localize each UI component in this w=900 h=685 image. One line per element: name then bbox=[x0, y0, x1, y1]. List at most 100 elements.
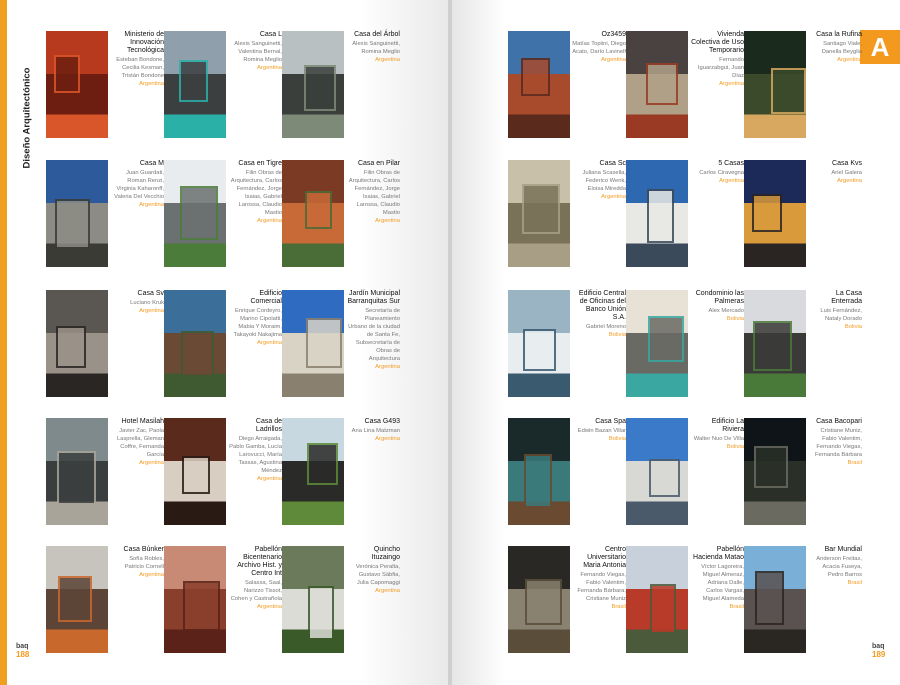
project-title: 5 Casas bbox=[718, 160, 744, 167]
project-title: Casa Kvs bbox=[832, 160, 862, 167]
project-authors: Matías Topiini, Diego Acato, Darío Lavin… bbox=[572, 41, 626, 55]
project-info: 5 Casas Carlos Ciravegna Argentina bbox=[690, 160, 744, 185]
project-photo bbox=[46, 160, 108, 267]
project-info: Edificio Central de Oficinas del Banco U… bbox=[572, 290, 626, 339]
section-title-text: Diseño Arquitectónico bbox=[21, 67, 33, 169]
project-authors: Gabriel Moreno bbox=[586, 324, 626, 330]
project-card: Vivienda Colectiva de Uso Temporario Fern… bbox=[626, 31, 744, 138]
project-info: Pabellón Bicentenario Archivo Hist. y Ce… bbox=[228, 546, 282, 611]
project-card: Casa Bacopari Cristiane Muniz, Fabio Vale… bbox=[744, 418, 862, 525]
project-info: Casa Sv Luciano Kruk Argentina bbox=[110, 290, 164, 315]
project-photo bbox=[282, 31, 344, 138]
project-country: Argentina bbox=[837, 178, 862, 184]
project-country: Argentina bbox=[257, 340, 282, 346]
project-card: Pabellón Bicentenario Archivo Hist. y Ce… bbox=[164, 546, 282, 653]
page-gutter bbox=[448, 0, 452, 685]
project-photo bbox=[744, 160, 806, 267]
project-country: Bolivia bbox=[726, 316, 744, 322]
project-card: Edificio Comercial Enrique Cordeyro, Mari… bbox=[164, 290, 282, 397]
project-title: Pabellón Hacienda Matao bbox=[693, 546, 744, 561]
project-country: Argentina bbox=[139, 202, 164, 208]
project-card: Casa Spa Edwin Bazan Villar Bolivia bbox=[508, 418, 626, 525]
project-title: Casa M bbox=[139, 160, 164, 167]
project-card: Casa Kvs Ariel Galera Argentina bbox=[744, 160, 862, 267]
section-letter-tab: A bbox=[860, 30, 900, 64]
project-authors: Anderson Freitas, Acacia Fuseya, Pedro B… bbox=[816, 556, 862, 578]
project-info: Casa Kvs Ariel Galera Argentina bbox=[808, 160, 862, 185]
project-card: Hotel Masilah Javier Zac, Paola Lasprella… bbox=[46, 418, 164, 525]
project-title: Casa en Pilar bbox=[357, 160, 400, 167]
project-photo bbox=[744, 31, 806, 138]
project-authors: Sofía Robles, Patricio Cornell bbox=[124, 556, 164, 570]
project-title: Edificio Comercial bbox=[250, 290, 282, 305]
project-authors: Luis Fernández, Nataly Dorado bbox=[820, 308, 862, 322]
project-title: Condominio las Palmeras bbox=[695, 290, 744, 305]
project-info: La Casa Enterrada Luis Fernández, Nataly … bbox=[808, 290, 862, 331]
project-card: Casa Sv Luciano Kruk Argentina bbox=[46, 290, 164, 397]
project-title: Casa G493 bbox=[364, 418, 400, 425]
project-photo bbox=[744, 418, 806, 525]
project-country: Brasil bbox=[847, 580, 863, 586]
project-card: Edificio La Riviera Walter Nuo De Villa Bo… bbox=[626, 418, 744, 525]
project-info: Casa L Alexis Sanguinetti, Valentina Bern… bbox=[228, 31, 282, 72]
folio-right: baq 189 bbox=[872, 643, 885, 659]
project-info: Casa de Ladrillos Diego Arraigada, Pablo … bbox=[228, 418, 282, 483]
project-country: Bolivia bbox=[608, 332, 626, 338]
project-title: Casa la Rufina bbox=[816, 31, 862, 38]
project-authors: Fernando Iguarzabgui, Juan Díaz bbox=[697, 57, 744, 79]
project-info: Pabellón Hacienda Matao Víctor Lagoreira,… bbox=[690, 546, 744, 611]
project-title: Casa del Árbol bbox=[354, 31, 400, 38]
project-photo bbox=[508, 418, 570, 525]
project-photo bbox=[282, 160, 344, 267]
project-title: Pabellón Bicentenario Archivo Hist. y Ce… bbox=[237, 546, 282, 577]
project-country: Argentina bbox=[139, 81, 164, 87]
project-country: Brasil bbox=[847, 460, 863, 466]
project-info: Edificio Comercial Enrique Cordeyro, Mari… bbox=[228, 290, 282, 347]
project-card: Ministerio de Innovación Tecnológica Este… bbox=[46, 31, 164, 138]
project-card: Casa en Pilar Filin Obras de Arquitectura… bbox=[282, 160, 400, 267]
project-photo bbox=[46, 290, 108, 397]
project-photo bbox=[626, 290, 688, 397]
project-info: Centro Universitario Maria Antonia Fernan… bbox=[572, 546, 626, 611]
page-number: 189 bbox=[872, 650, 886, 659]
project-authors: Walter Nuo De Villa bbox=[693, 436, 744, 442]
project-info: Hotel Masilah Javier Zac, Paola Lasprella… bbox=[110, 418, 164, 467]
project-info: Casa Búnker Sofía Robles, Patricio Cornel… bbox=[110, 546, 164, 579]
project-country: Argentina bbox=[375, 588, 400, 594]
project-country: Argentina bbox=[139, 460, 164, 466]
project-info: Ministerio de Innovación Tecnológica Este… bbox=[110, 31, 164, 88]
project-info: Casa M Juan Guardati, Roman Renzi, Virgin… bbox=[110, 160, 164, 209]
project-country: Bolivia bbox=[608, 436, 626, 442]
project-photo bbox=[164, 290, 226, 397]
project-title: Casa L bbox=[259, 31, 282, 38]
project-country: Brasil bbox=[611, 604, 627, 610]
folio-left: baq 188 bbox=[16, 643, 29, 659]
project-photo bbox=[626, 160, 688, 267]
project-country: Argentina bbox=[601, 194, 626, 200]
project-authors: Carlos Ciravegna bbox=[699, 170, 744, 176]
project-title: Edificio Central de Oficinas del Banco U… bbox=[578, 290, 626, 321]
project-authors: Juan Guardati, Roman Renzi, Virginia Kah… bbox=[114, 170, 164, 200]
project-country: Argentina bbox=[139, 572, 164, 578]
project-photo bbox=[744, 290, 806, 397]
project-authors: Ana Lina Matzman bbox=[351, 428, 400, 434]
project-info: Bar Mundial Anderson Freitas, Acacia Fuse… bbox=[808, 546, 862, 587]
project-photo bbox=[626, 418, 688, 525]
project-info: Condominio las Palmeras Alex Mercado Boliv… bbox=[690, 290, 744, 323]
project-card: La Casa Enterrada Luis Fernández, Nataly … bbox=[744, 290, 862, 397]
project-card: Quincho Ituzaingo Verónica Peralta, Gusta… bbox=[282, 546, 400, 653]
project-card: Condominio las Palmeras Alex Mercado Boliv… bbox=[626, 290, 744, 397]
project-authors: Secretaría de Planeamiento Urbano de la … bbox=[348, 308, 400, 362]
project-title: Casa Sc bbox=[599, 160, 626, 167]
project-country: Argentina bbox=[719, 81, 744, 87]
project-photo bbox=[46, 31, 108, 138]
project-authors: Esteban Bondone, Cecilia Kesman, Tristán… bbox=[116, 57, 164, 79]
project-country: Argentina bbox=[837, 57, 862, 63]
project-title: Jardín Municipal Barranquitas Sur bbox=[347, 290, 400, 305]
project-card: Casa L Alexis Sanguinetti, Valentina Bern… bbox=[164, 31, 282, 138]
project-authors: Alexis Sanguinetti, Valentina Bernal, Ro… bbox=[234, 41, 282, 63]
project-title: Casa Bacopari bbox=[816, 418, 862, 425]
project-card: Casa G493 Ana Lina Matzman Argentina bbox=[282, 418, 400, 525]
project-country: Argentina bbox=[375, 57, 400, 63]
project-title: Casa en Tigre bbox=[238, 160, 282, 167]
